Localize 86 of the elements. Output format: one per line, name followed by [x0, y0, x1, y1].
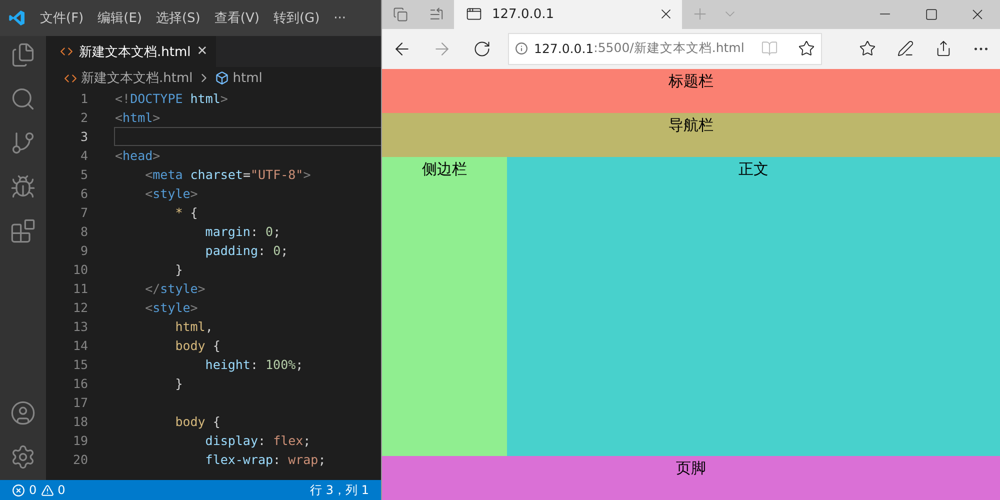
logo-icon: [8, 9, 26, 27]
error-count: 0: [29, 483, 37, 497]
cube-icon: [214, 71, 229, 85]
line-number: 4: [79, 148, 89, 163]
line-number: 14: [72, 338, 89, 353]
cursor-position[interactable]: 行 3，列 1: [310, 482, 369, 498]
extensions-icon[interactable]: [10, 218, 36, 244]
code-line: display: flex;: [204, 432, 312, 450]
line-number: 8: [79, 224, 89, 239]
line-number: 2: [79, 110, 89, 125]
line-number: 17: [72, 395, 89, 410]
line-number: 15: [72, 357, 89, 372]
maximize-icon[interactable]: [924, 8, 938, 21]
pen-icon[interactable]: [896, 40, 914, 58]
line-number: 10: [72, 262, 89, 277]
set-aside-icon[interactable]: [428, 6, 444, 22]
code-line: <style>: [144, 299, 199, 317]
code-line: flex-wrap: wrap;: [204, 451, 327, 469]
line-number: 7: [79, 205, 89, 220]
editor-tab[interactable]: 新建文本文档.html ✕: [46, 36, 216, 67]
info-icon: [515, 42, 528, 56]
line-number: 3: [79, 129, 89, 144]
menu-item[interactable]: 转到(G): [273, 9, 320, 27]
code-line: }: [174, 375, 184, 393]
tabs-icon[interactable]: [392, 6, 408, 22]
breadcrumb-item[interactable]: 新建文本文档.html: [81, 69, 193, 87]
line-number: 18: [72, 414, 89, 429]
search-icon[interactable]: [10, 86, 36, 112]
browser-tab[interactable]: 127.0.0.1: [454, 0, 682, 29]
menu-item[interactable]: 查看(V): [214, 9, 260, 27]
code-line: </style>: [144, 280, 206, 298]
warning-icon: [40, 484, 54, 496]
address-bar[interactable]: 127.0.0.1:5500/新建文本文档.html: [508, 32, 822, 65]
share-icon[interactable]: [934, 40, 952, 58]
code-file-icon: [60, 45, 73, 58]
code-line: }: [174, 261, 184, 279]
line-number: 9: [79, 243, 89, 258]
warning-count: 0: [58, 483, 66, 497]
code-line: height: 100%;: [204, 356, 304, 374]
tab-title: 新建文本文档.html: [79, 44, 191, 60]
files-icon[interactable]: [10, 42, 36, 68]
code-line: html,: [174, 318, 214, 336]
code-file-icon: [64, 72, 77, 84]
line-number: 13: [72, 319, 89, 334]
url-host: 127.0.0.1: [534, 41, 594, 56]
code-line: padding: 0;: [204, 242, 290, 260]
code-line: <meta charset="UTF-8">: [144, 166, 312, 184]
reading-view-icon[interactable]: [761, 40, 778, 58]
menu-item[interactable]: 选择(S): [156, 9, 200, 27]
settings-icon[interactable]: [10, 444, 36, 470]
refresh-icon[interactable]: [473, 40, 491, 58]
code-line: <head>: [114, 147, 162, 165]
account-icon[interactable]: [10, 400, 36, 426]
breadcrumb-item[interactable]: html: [232, 70, 262, 86]
footer-region: 页脚: [382, 456, 1000, 500]
main-region: 正文: [507, 157, 1000, 456]
menu-item[interactable]: 文件(F): [40, 9, 84, 27]
code-line: <html>: [114, 109, 162, 127]
header-region: 标题栏: [382, 69, 1000, 113]
favorites-icon[interactable]: [858, 40, 876, 58]
line-number: 12: [72, 300, 89, 315]
line-number: 19: [72, 433, 89, 448]
line-number: 20: [72, 452, 89, 467]
debug-icon[interactable]: [10, 174, 36, 200]
code-line: body {: [174, 413, 222, 431]
tab-title: 127.0.0.1: [492, 6, 556, 22]
page-icon: [466, 6, 482, 22]
nav-region: 导航栏: [382, 113, 1000, 157]
star-icon[interactable]: [798, 40, 815, 58]
url-path: :5500/新建文本文档.html: [594, 40, 746, 58]
code-line: <!DOCTYPE html>: [114, 90, 229, 108]
code-line: <style>: [144, 185, 199, 203]
menu-item[interactable]: ···: [334, 10, 346, 26]
menu-item[interactable]: 编辑(E): [98, 9, 142, 27]
close-button[interactable]: ✕: [196, 44, 208, 59]
line-number: 1: [79, 91, 89, 106]
line-number: 6: [79, 186, 89, 201]
line-number: 16: [72, 376, 89, 391]
git-icon[interactable]: [10, 130, 36, 156]
error-icon: [12, 484, 25, 496]
code-line: * {: [174, 204, 199, 222]
code-line: body {: [174, 337, 222, 355]
code-line: margin: 0;: [204, 223, 282, 241]
line-number: 5: [79, 167, 89, 182]
line-number: 11: [72, 281, 89, 296]
sidebar-region: 侧边栏: [382, 157, 507, 456]
